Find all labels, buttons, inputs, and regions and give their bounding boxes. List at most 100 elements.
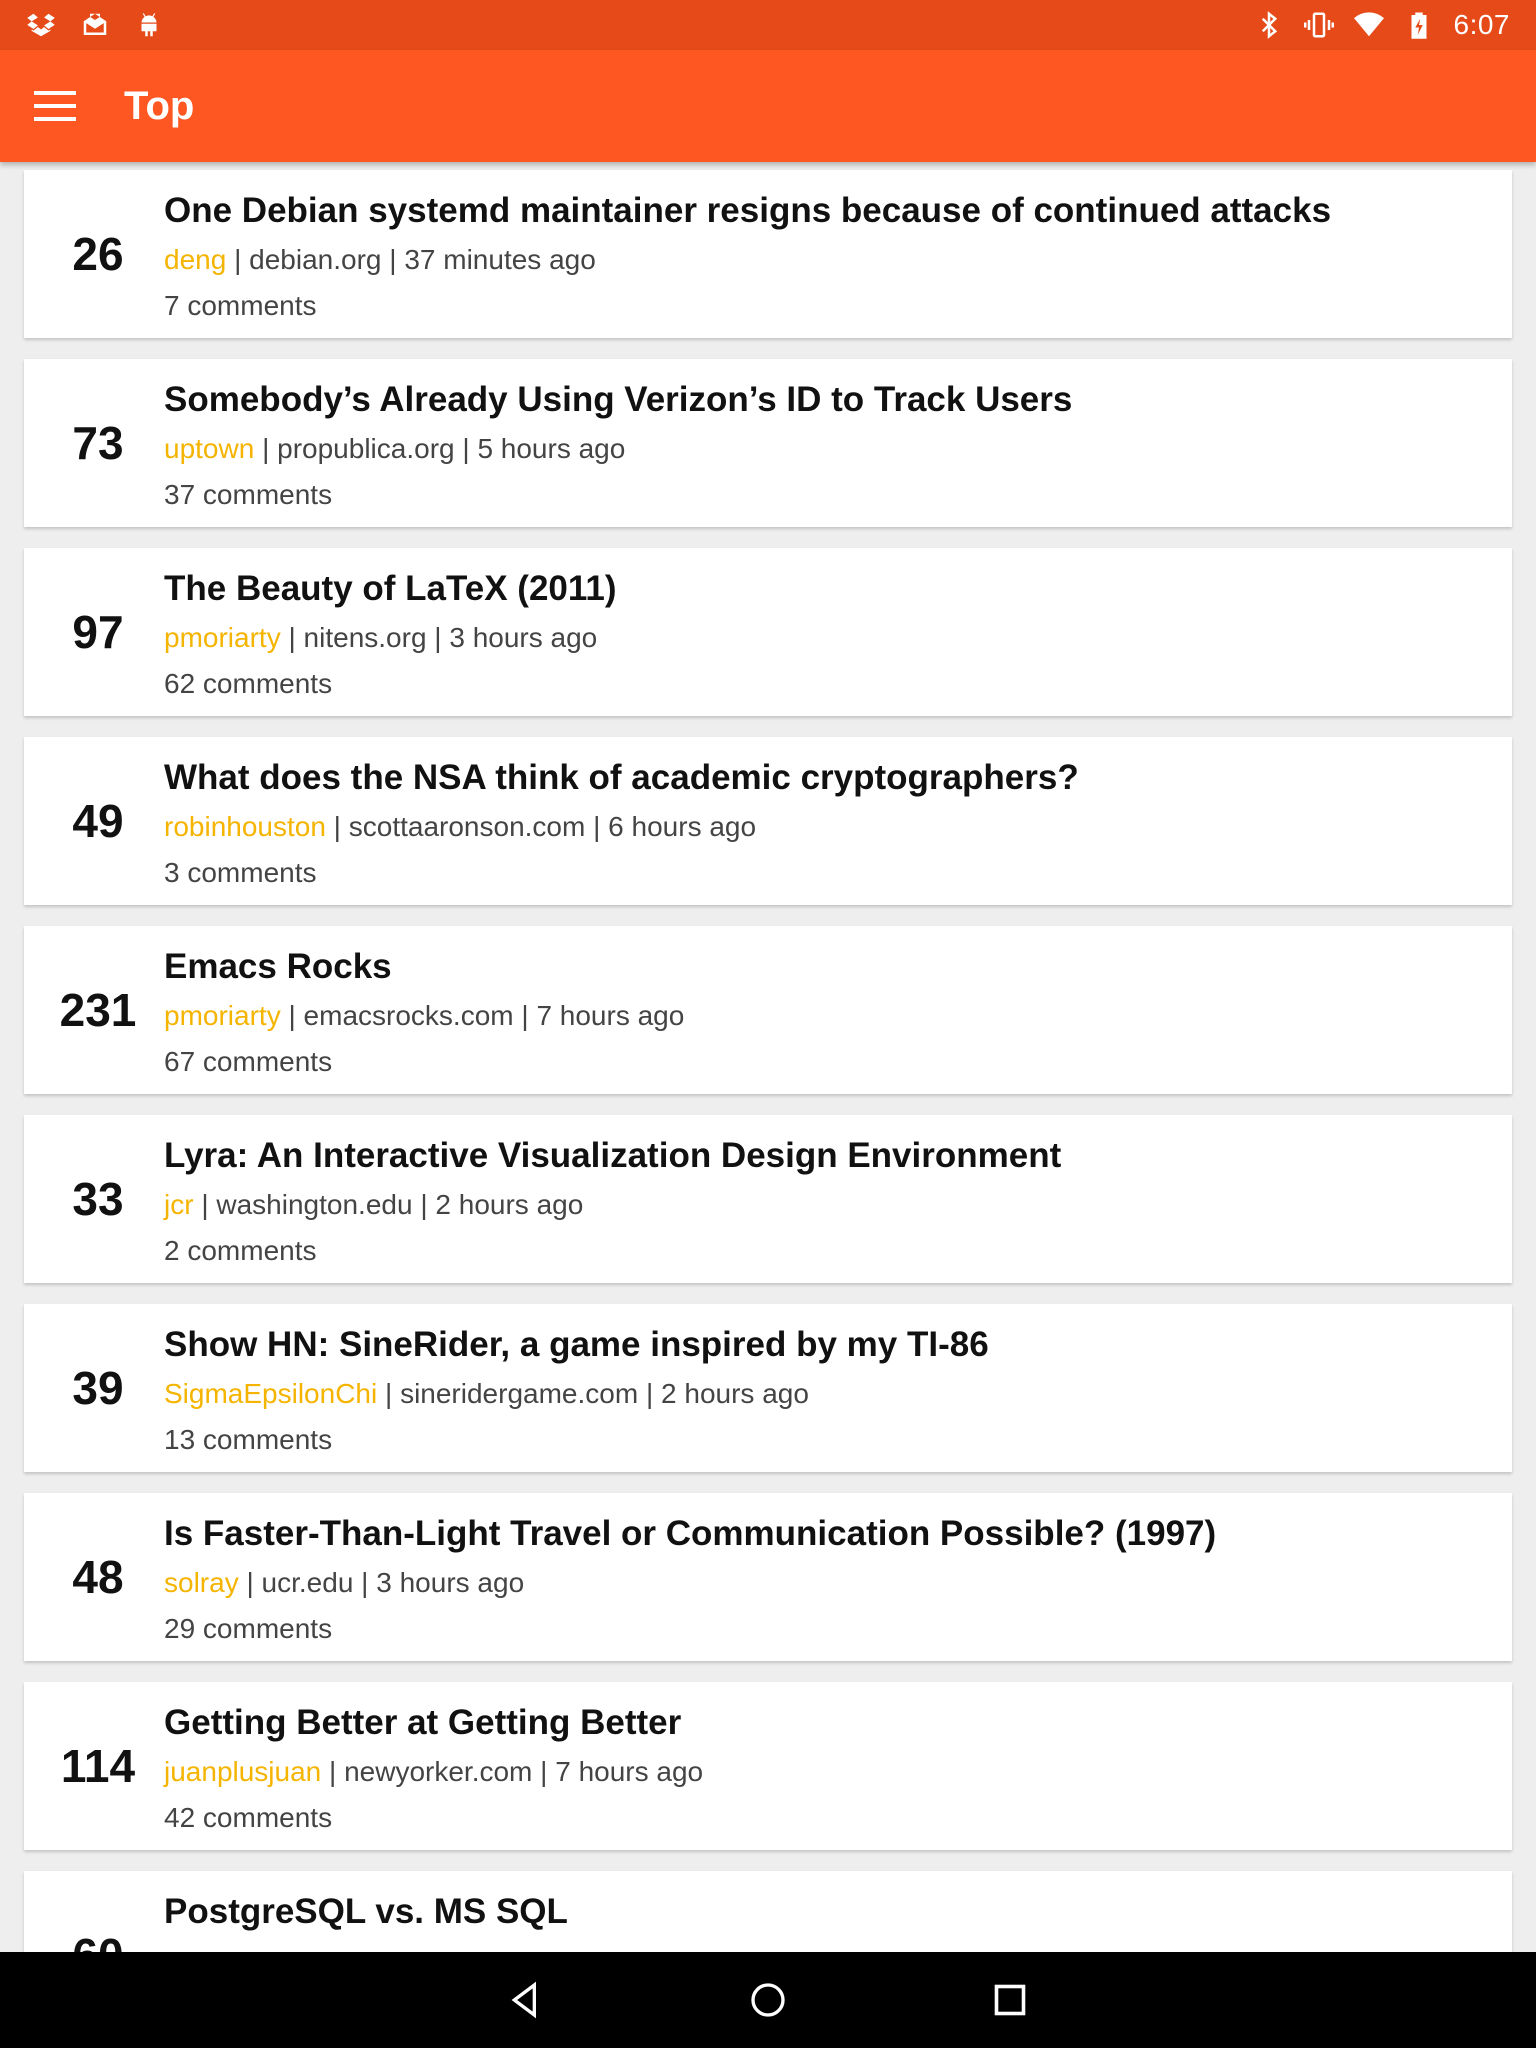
story-title[interactable]: Lyra: An Interactive Visualization Desig… (164, 1135, 1492, 1177)
story-card[interactable]: 26 One Debian systemd maintainer resigns… (24, 170, 1512, 338)
meta-separator: | (353, 1567, 377, 1598)
story-card[interactable]: 39 Show HN: SineRider, a game inspired b… (24, 1304, 1512, 1472)
meta-separator: | (321, 1756, 345, 1787)
story-card[interactable]: 231 Emacs Rocks pmoriarty | emacsrocks.c… (24, 926, 1512, 1094)
story-author[interactable]: pmoriarty (164, 1000, 281, 1031)
story-domain: newyorker.com (344, 1756, 533, 1787)
wifi-icon (1353, 12, 1384, 37)
story-meta: jcr | washington.edu | 2 hours ago (164, 1187, 1492, 1223)
story-comments[interactable]: 29 comments (164, 1611, 1492, 1647)
story-author[interactable]: SigmaEpsilonChi (164, 1378, 377, 1409)
story-title[interactable]: What does the NSA think of academic cryp… (164, 757, 1492, 799)
story-meta: SigmaEpsilonChi | sineridergame.com | 2 … (164, 1376, 1492, 1412)
story-card[interactable]: 97 The Beauty of LaTeX (2011) pmoriarty … (24, 548, 1512, 716)
story-domain: nitens.org (303, 622, 427, 653)
story-title[interactable]: One Debian systemd maintainer resigns be… (164, 190, 1492, 232)
meta-separator: | (532, 1756, 556, 1787)
story-domain: debian.org (249, 244, 382, 275)
system-nav-bar (0, 1952, 1536, 2048)
status-time: 6:07 (1453, 9, 1510, 40)
story-title[interactable]: Show HN: SineRider, a game inspired by m… (164, 1324, 1492, 1366)
meta-separator: | (280, 622, 304, 653)
dropbox-icon (27, 13, 55, 37)
story-author[interactable]: solray (164, 1567, 239, 1598)
battery-charging-icon (1411, 12, 1426, 39)
story-author[interactable]: uptown (164, 433, 254, 464)
meta-separator: | (238, 1567, 262, 1598)
story-meta: pmoriarty | nitens.org | 3 hours ago (164, 620, 1492, 656)
story-card[interactable]: 48 Is Faster-Than-Light Travel or Commun… (24, 1493, 1512, 1661)
meta-separator: | (280, 1000, 304, 1031)
story-author[interactable]: jcr (164, 1189, 194, 1220)
story-author[interactable]: juanplusjuan (164, 1756, 321, 1787)
story-author[interactable]: robinhouston (164, 811, 326, 842)
story-title[interactable]: Somebody’s Already Using Verizon’s ID to… (164, 379, 1492, 421)
story-score: 33 (72, 1173, 124, 1225)
story-card[interactable]: 114 Getting Better at Getting Better jua… (24, 1682, 1512, 1850)
story-card[interactable]: 33 Lyra: An Interactive Visualization De… (24, 1115, 1512, 1283)
story-card[interactable]: 73 Somebody’s Already Using Verizon’s ID… (24, 359, 1512, 527)
story-comments[interactable]: 3 comments (164, 855, 1492, 891)
meta-separator: | (381, 244, 405, 275)
story-author[interactable]: deng (164, 244, 226, 275)
meta-separator: | (377, 1378, 401, 1409)
meta-separator: | (638, 1378, 662, 1409)
story-comments[interactable]: 13 comments (164, 1422, 1492, 1458)
story-title[interactable]: PostgreSQL vs. MS SQL (164, 1891, 1492, 1933)
story-domain: emacsrocks.com (303, 1000, 514, 1031)
story-domain: ucr.edu (261, 1567, 354, 1598)
meta-separator: | (412, 1189, 436, 1220)
recents-icon[interactable] (987, 1977, 1033, 2023)
story-domain: propublica.org (277, 433, 455, 464)
story-score: 49 (72, 795, 124, 847)
story-feed[interactable]: 26 One Debian systemd maintainer resigns… (0, 162, 1536, 1952)
story-title[interactable]: Is Faster-Than-Light Travel or Communica… (164, 1513, 1492, 1555)
status-right-icons: 6:07 (1254, 9, 1511, 41)
story-title[interactable]: The Beauty of LaTeX (2011) (164, 568, 1492, 610)
story-comments[interactable]: 7 comments (164, 288, 1492, 324)
status-left-icons (26, 10, 164, 40)
story-score: 60 (24, 1871, 172, 1952)
story-time: 7 hours ago (555, 1756, 704, 1787)
meta-separator: | (254, 433, 278, 464)
meta-separator: | (325, 811, 349, 842)
back-icon[interactable] (503, 1977, 549, 2023)
story-title[interactable]: Getting Better at Getting Better (164, 1702, 1492, 1744)
story-score: 73 (72, 417, 124, 469)
mail-icon (83, 13, 107, 35)
story-score: 231 (59, 984, 137, 1036)
story-comments[interactable]: 42 comments (164, 1800, 1492, 1836)
story-time: 37 minutes ago (404, 244, 596, 275)
meta-separator: | (513, 1000, 537, 1031)
story-score: 97 (72, 606, 124, 658)
story-time: 5 hours ago (477, 433, 626, 464)
meta-separator: | (585, 811, 609, 842)
story-author[interactable]: pmoriarty (164, 622, 281, 653)
story-meta: robinhouston | scottaaronson.com | 6 hou… (164, 809, 1492, 845)
story-comments[interactable]: 67 comments (164, 1044, 1492, 1080)
story-card[interactable]: 49 What does the NSA think of academic c… (24, 737, 1512, 905)
story-meta: pmoriarty | emacsrocks.com | 7 hours ago (164, 998, 1492, 1034)
story-time: 7 hours ago (536, 1000, 685, 1031)
story-comments[interactable]: 37 comments (164, 477, 1492, 513)
bluetooth-icon (1261, 11, 1277, 39)
story-time: 6 hours ago (608, 811, 757, 842)
story-comments[interactable]: 2 comments (164, 1233, 1492, 1269)
meta-separator: | (193, 1189, 217, 1220)
meta-separator: | (226, 244, 250, 275)
story-meta: juanplusjuan | newyorker.com | 7 hours a… (164, 1754, 1492, 1790)
hamburger-menu-icon[interactable] (34, 91, 78, 121)
story-card[interactable]: 60 PostgreSQL vs. MS SQL (24, 1871, 1512, 1952)
story-time: 2 hours ago (435, 1189, 584, 1220)
story-domain: washington.edu (216, 1189, 413, 1220)
meta-separator: | (454, 433, 478, 464)
story-score: 48 (72, 1551, 124, 1603)
story-title[interactable]: Emacs Rocks (164, 946, 1492, 988)
app-bar: Top (0, 50, 1536, 162)
home-icon[interactable] (745, 1977, 791, 2023)
page-title: Top (124, 83, 195, 128)
story-time: 2 hours ago (661, 1378, 809, 1409)
story-comments[interactable]: 62 comments (164, 666, 1492, 702)
story-meta: uptown | propublica.org | 5 hours ago (164, 431, 1492, 467)
story-time: 3 hours ago (376, 1567, 525, 1598)
